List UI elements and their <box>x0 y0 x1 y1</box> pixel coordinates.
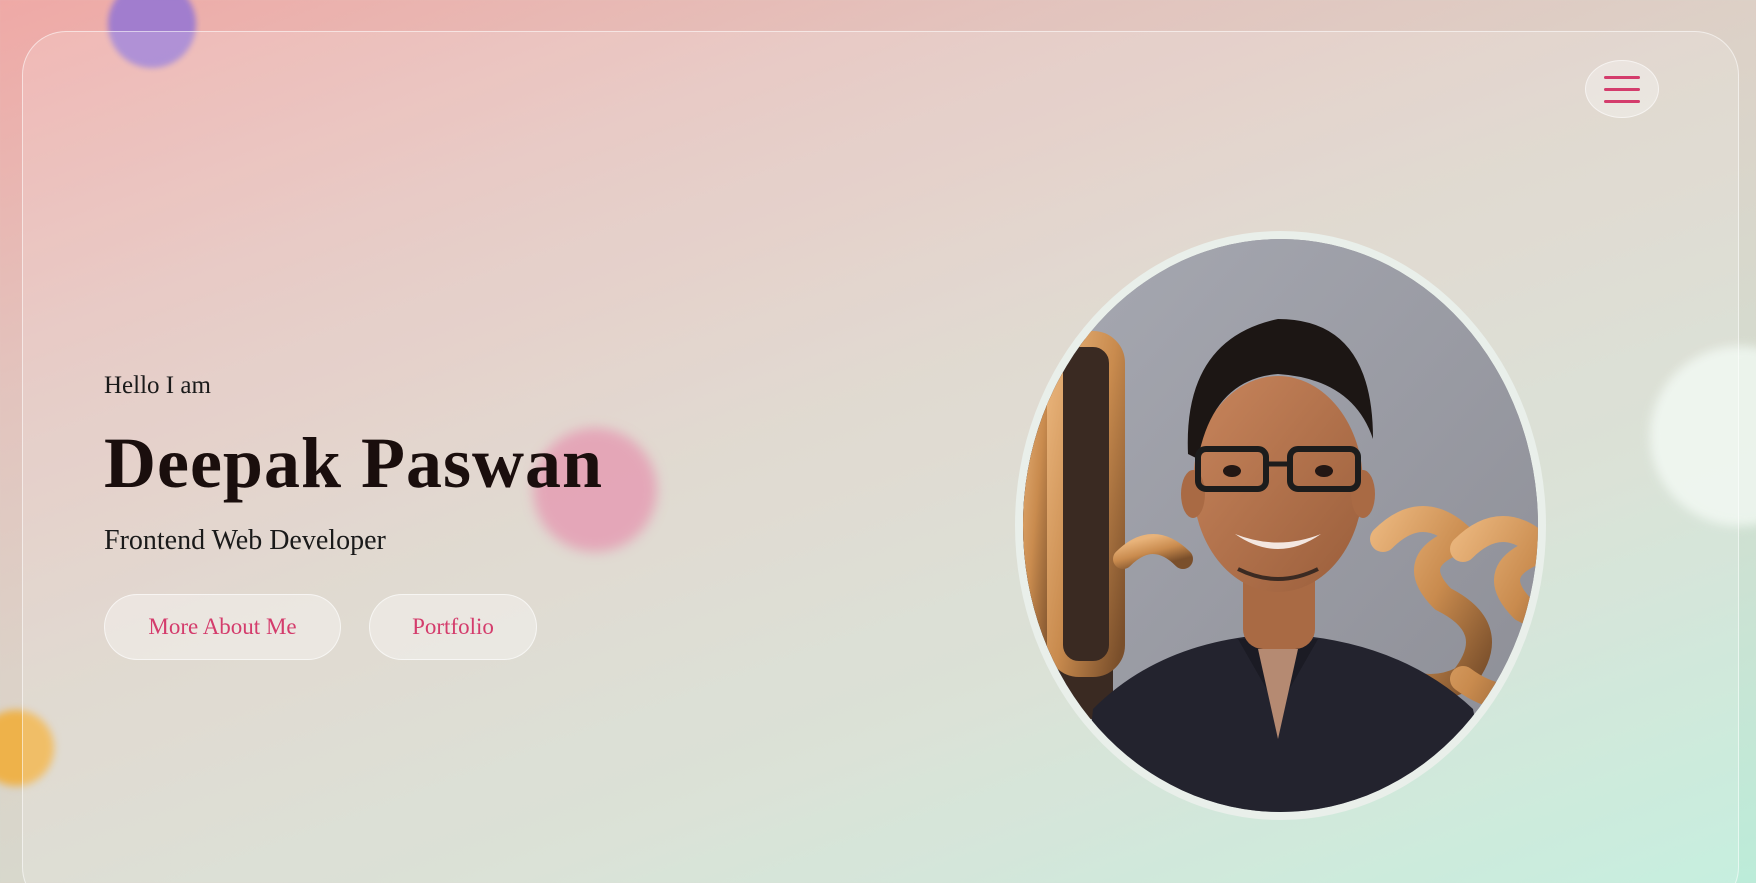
more-about-me-button[interactable]: More About Me <box>104 594 341 660</box>
greeting-text: Hello I am <box>104 372 211 399</box>
menu-button[interactable] <box>1585 60 1659 118</box>
portfolio-button[interactable]: Portfolio <box>369 594 537 660</box>
profile-photo-illustration <box>1023 239 1538 812</box>
profile-photo <box>1015 231 1546 820</box>
hero-role: Frontend Web Developer <box>104 525 386 556</box>
hero-name: Deepak Paswan <box>104 423 604 503</box>
